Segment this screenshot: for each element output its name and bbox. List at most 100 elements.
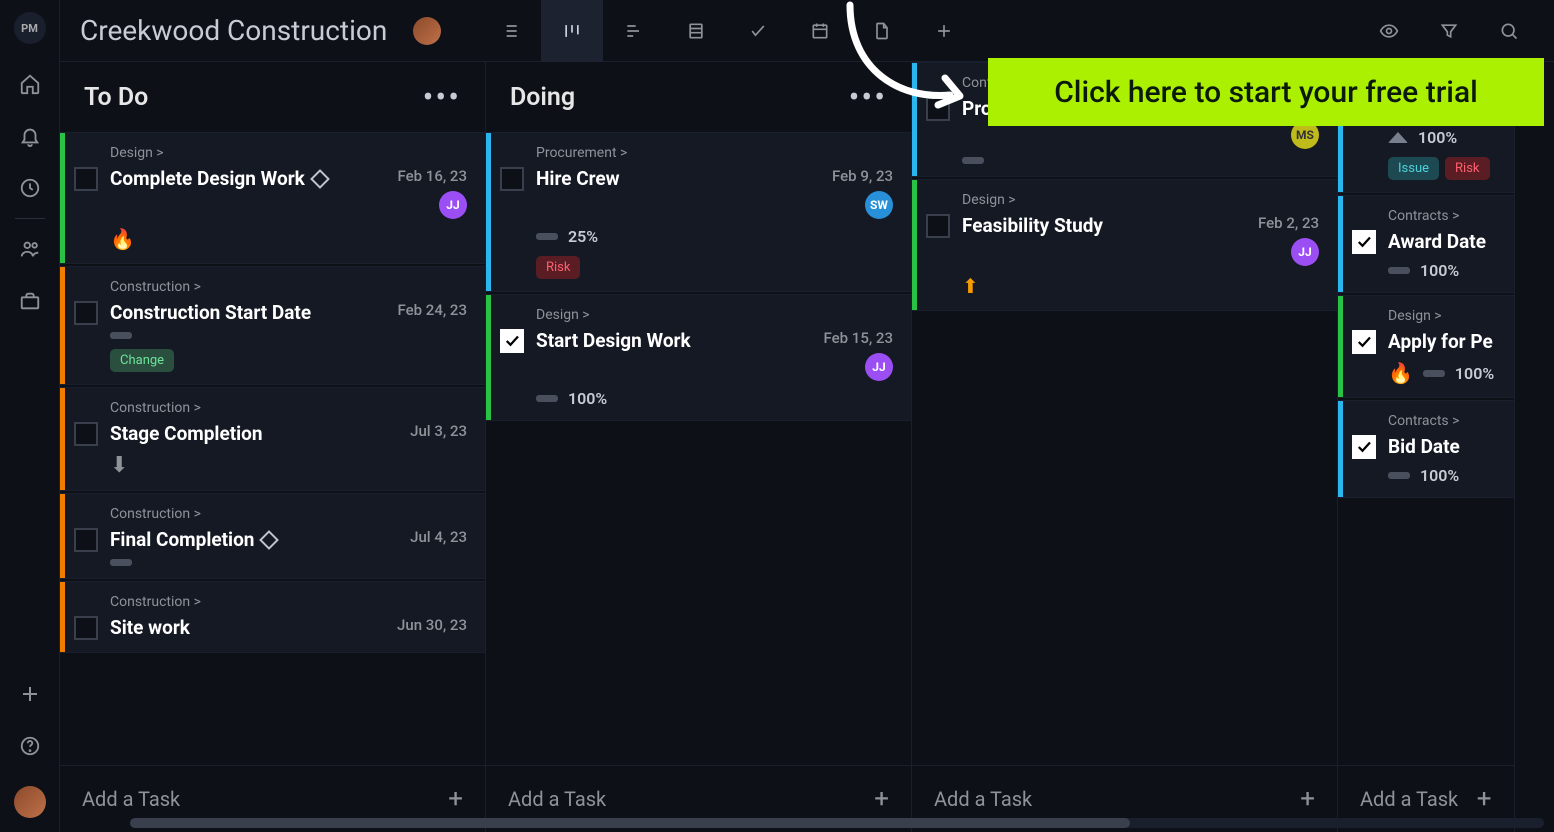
add-task-label: Add a Task [82,787,180,811]
card-edge [60,388,65,490]
card-edge [60,494,65,578]
calendar-view-icon[interactable] [789,0,851,62]
column-menu-icon[interactable]: ••• [423,78,461,116]
card-breadcrumb: Design > [1388,308,1496,324]
file-view-icon[interactable] [851,0,913,62]
sidebar-add-icon[interactable] [18,682,42,706]
add-task-label: Add a Task [1360,787,1458,811]
add-view-icon[interactable] [913,0,975,62]
tag-change[interactable]: Change [110,349,174,372]
task-card[interactable]: Design >Apply for Pe🔥100% [1338,295,1514,398]
card-breadcrumb: Construction > [110,506,467,522]
task-checkbox[interactable] [926,214,950,238]
progress-text: 100% [568,389,607,408]
task-card[interactable]: Construction >Site workJun 30, 23 [60,581,485,653]
task-card[interactable]: Design >Start Design WorkFeb 15, 23JJ100… [486,294,911,421]
home-icon[interactable] [18,72,42,96]
gantt-view-icon[interactable] [603,0,665,62]
board-view-icon[interactable] [541,0,603,62]
assignee-avatar[interactable]: JJ [1291,238,1319,266]
tag-risk[interactable]: Risk [1445,157,1489,180]
sheet-view-icon[interactable] [665,0,727,62]
card-edge [912,180,917,310]
card-breadcrumb: Contracts > [1388,208,1496,224]
task-card[interactable]: Construction >Stage CompletionJul 3, 23⬇ [60,387,485,491]
flame-icon: 🔥 [110,227,135,251]
progress-triangle-icon [1388,132,1408,143]
column-title: To Do [84,83,148,112]
current-user-avatar[interactable] [14,786,46,818]
priority-up-icon: ⬆ [962,274,979,298]
horizontal-scrollbar[interactable] [130,818,1544,828]
help-icon[interactable] [18,734,42,758]
scrollbar-thumb[interactable] [130,818,1130,828]
card-title: Start Design Work [536,329,691,352]
card-date: Jul 4, 23 [410,528,467,546]
trial-banner[interactable]: Click here to start your free trial [988,58,1544,126]
card-title: Final Completion [110,528,254,551]
progress-text: 25% [568,227,598,246]
project-avatar[interactable] [413,17,441,45]
card-edge [1338,296,1343,397]
board-column: Doing•••Procurement >Hire CrewFeb 9, 23S… [486,62,912,832]
task-checkbox[interactable] [1352,230,1376,254]
list-view-icon[interactable] [479,0,541,62]
milestone-icon [260,530,280,550]
app-logo[interactable]: PM [14,12,46,44]
card-breadcrumb: Contracts > [1388,413,1496,429]
task-checkbox[interactable] [1352,330,1376,354]
progress-indicator [1423,370,1445,377]
task-checkbox[interactable] [500,167,524,191]
tag-issue[interactable]: Issue [1388,157,1439,180]
task-checkbox[interactable] [926,97,950,121]
app-sidebar: PM [0,0,60,832]
task-checkbox[interactable] [74,167,98,191]
task-checkbox[interactable] [500,329,524,353]
task-card[interactable]: Construction >Construction Start DateFeb… [60,266,485,385]
card-title: Site work [110,616,190,639]
view-switcher [479,0,975,62]
search-icon[interactable] [1494,16,1524,46]
task-card[interactable]: Design >Complete Design WorkFeb 16, 23JJ… [60,132,485,264]
briefcase-icon[interactable] [18,289,42,313]
divider [15,218,45,219]
card-date: Feb 9, 23 [832,167,893,185]
task-card[interactable]: Contracts >Award Date100% [1338,195,1514,293]
card-title: Complete Design Work [110,167,305,190]
card-title: Award Date [1388,230,1486,253]
plus-icon: + [1300,784,1315,814]
task-card[interactable]: Design >Feasibility StudyFeb 2, 23JJ⬆ [912,179,1337,311]
card-date: Jun 30, 23 [397,616,467,634]
task-checkbox[interactable] [1352,435,1376,459]
clock-icon[interactable] [18,176,42,200]
check-view-icon[interactable] [727,0,789,62]
people-icon[interactable] [18,237,42,261]
card-title: Apply for Pe [1388,330,1493,353]
card-edge [60,582,65,652]
card-date: Jul 3, 23 [410,422,467,440]
task-card[interactable]: Procurement >Hire CrewFeb 9, 23SW25%Risk [486,132,911,292]
filter-icon[interactable] [1434,16,1464,46]
task-checkbox[interactable] [74,301,98,325]
progress-indicator [110,559,132,566]
card-edge [60,267,65,384]
add-task-label: Add a Task [508,787,606,811]
topbar-actions [1374,16,1524,46]
column-menu-icon[interactable]: ••• [849,78,887,116]
card-edge [60,133,65,263]
card-date: Feb 16, 23 [398,167,468,185]
tag-risk[interactable]: Risk [536,256,580,279]
task-card[interactable]: Contracts >Bid Date100% [1338,400,1514,498]
task-checkbox[interactable] [74,616,98,640]
project-title: Creekwood Construction [80,14,387,47]
assignee-avatar[interactable]: JJ [439,191,467,219]
assignee-avatar[interactable]: JJ [865,353,893,381]
card-title: Bid Date [1388,435,1460,458]
task-card[interactable]: Construction > Final Completion Jul 4, 23 [60,493,485,579]
task-checkbox[interactable] [74,528,98,552]
bell-icon[interactable] [18,124,42,148]
progress-indicator [1388,472,1410,479]
task-checkbox[interactable] [74,422,98,446]
assignee-avatar[interactable]: SW [865,191,893,219]
visibility-icon[interactable] [1374,16,1404,46]
